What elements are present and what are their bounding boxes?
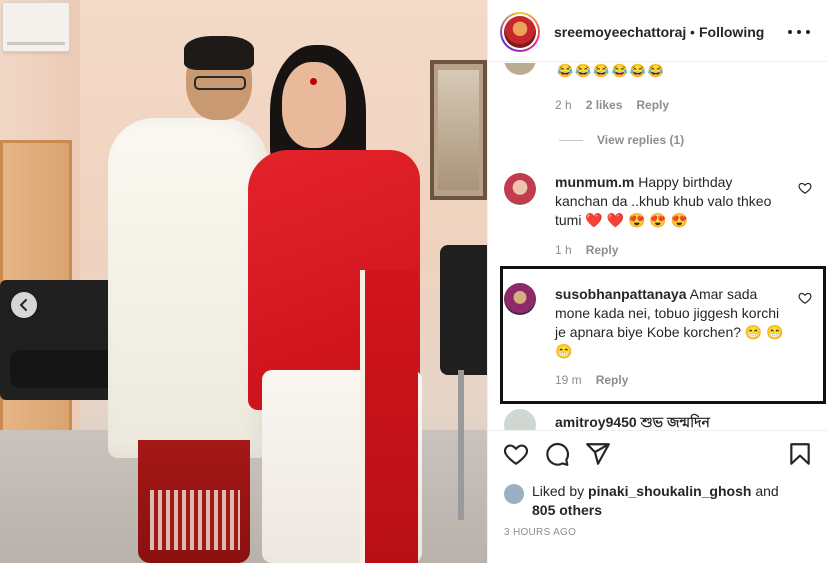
reply-button[interactable]: Reply (586, 243, 619, 257)
view-replies-line (559, 139, 583, 141)
like-heart-icon[interactable] (798, 181, 812, 195)
reply-button[interactable]: Reply (636, 98, 669, 112)
likes-prefix: Liked by (532, 483, 585, 499)
post-photo (0, 0, 487, 563)
more-options-button[interactable] (788, 22, 810, 42)
comment-bubble-icon[interactable] (544, 441, 570, 467)
comment-time: 1 h (555, 243, 572, 257)
comment-time: 2 h (555, 98, 572, 112)
likes-text: Liked by pinaki_shoukalin_ghosh and 805 … (532, 482, 802, 520)
photo-man-dhoti-border (150, 490, 240, 550)
liker-avatar[interactable] (504, 484, 524, 504)
like-heart-icon[interactable] (798, 291, 812, 305)
post-timestamp[interactable]: 3 HOURS AGO (504, 527, 576, 538)
previous-image-button[interactable] (11, 292, 37, 318)
view-replies-button[interactable]: View replies (1) (559, 133, 684, 147)
liker-username[interactable]: pinaki_shoukalin_ghosh (588, 483, 751, 499)
photo-woman-saree-drape (360, 270, 418, 563)
photo-chair-right (440, 245, 487, 375)
author-username[interactable]: sreemoyeechattoraj (554, 24, 686, 40)
comment-text-partial: 😂😂😂😂😂😂 (557, 63, 667, 78)
comment-meta: 1 h Reply (555, 243, 618, 257)
likes-conjunction: and (755, 483, 779, 499)
photo-air-conditioner (2, 2, 70, 52)
comment-meta: 2 h 2 likes Reply (555, 98, 669, 112)
comment-username[interactable]: susobhanpattanaya (555, 286, 686, 302)
post-actions-bar (488, 430, 827, 478)
photo-chair-right-leg (458, 370, 464, 520)
header-separator: • (690, 24, 695, 40)
photo-woman-bindi (310, 78, 317, 85)
save-bookmark-icon[interactable] (787, 441, 813, 467)
more-dot-icon (788, 30, 792, 34)
reply-button[interactable]: Reply (596, 373, 629, 387)
post-header: sreemoyeechattoraj • Following (488, 0, 827, 62)
more-dot-icon (797, 30, 801, 34)
comment-avatar[interactable] (504, 409, 536, 430)
comment-time: 19 m (555, 373, 582, 387)
comment-likes-link[interactable]: 2 likes (586, 98, 623, 112)
comment-username[interactable]: munmum.m (555, 174, 634, 190)
view-replies-label: View replies (1) (597, 133, 685, 147)
comment-body: munmum.m Happy birthday kanchan da ..khu… (555, 173, 785, 230)
comment-meta: 19 m Reply (555, 373, 628, 387)
chevron-left-icon (20, 299, 27, 311)
comment-partial: amitroy9450 শুভ জন্মদিন (555, 414, 710, 430)
comments-list[interactable]: 😂😂😂😂😂😂 2 h 2 likes Reply View replies (1… (488, 63, 827, 430)
comment-avatar[interactable] (504, 283, 536, 315)
comment-body: susobhanpattanaya Amar sada mone kada ne… (555, 285, 785, 361)
share-send-icon[interactable] (585, 441, 611, 467)
photo-man-kurta (108, 118, 268, 458)
more-dot-icon (806, 30, 810, 34)
comment-avatar[interactable] (504, 63, 536, 75)
post-side-panel: sreemoyeechattoraj • Following 😂😂😂😂😂😂 2 … (487, 0, 827, 563)
photo-woman-face (282, 62, 346, 148)
photo-wall-painting (430, 60, 487, 200)
following-button[interactable]: Following (699, 24, 764, 40)
likes-others-link[interactable]: 805 others (532, 502, 602, 518)
comment-avatar[interactable] (504, 173, 536, 205)
photo-man-glasses (194, 76, 246, 90)
author-avatar[interactable] (500, 12, 540, 52)
like-heart-icon[interactable] (503, 441, 529, 467)
photo-man-hair (184, 36, 254, 70)
